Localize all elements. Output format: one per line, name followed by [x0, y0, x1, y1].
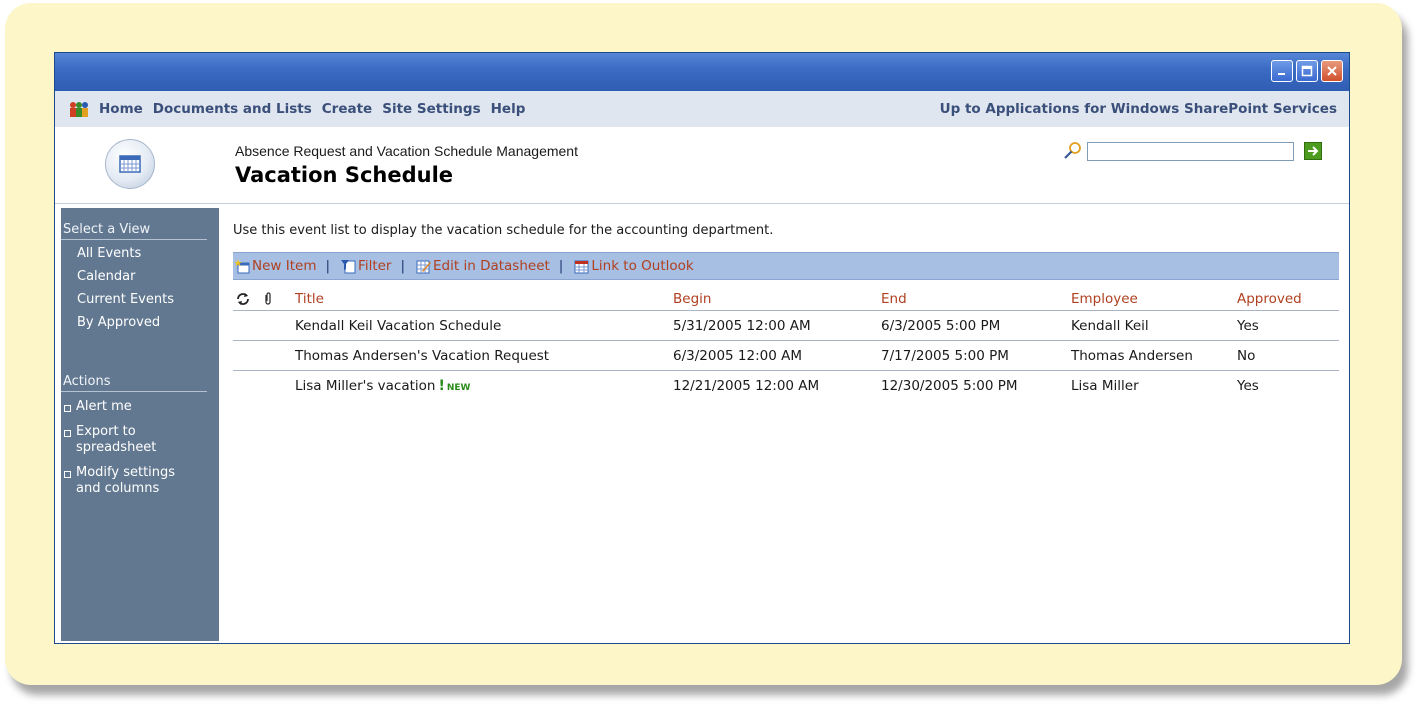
- row-approved: Yes: [1237, 377, 1259, 394]
- calendar-icon: [119, 155, 141, 173]
- new-item-label: New Item: [252, 258, 317, 274]
- column-header-title[interactable]: Title: [295, 288, 673, 311]
- action-alert-me[interactable]: Alert me: [61, 394, 219, 419]
- maximize-button[interactable]: [1296, 60, 1318, 82]
- minimize-icon: [1278, 73, 1285, 75]
- link-to-outlook-label: Link to Outlook: [591, 258, 694, 274]
- page-title: Vacation Schedule: [235, 163, 454, 187]
- new-item-button[interactable]: New Item: [233, 258, 316, 274]
- row-title-link[interactable]: Thomas Andersen's Vacation Request: [295, 340, 673, 371]
- close-button[interactable]: [1321, 60, 1343, 82]
- row-icons: [233, 310, 295, 341]
- browser-window: Home Documents and Lists Create Site Set…: [54, 52, 1350, 644]
- sharepoint-logo-icon: [70, 102, 88, 117]
- nav-help[interactable]: Help: [491, 101, 526, 117]
- window-titlebar: [55, 53, 1349, 91]
- actions-heading: Actions: [61, 360, 207, 392]
- filter-button[interactable]: Filter: [339, 258, 391, 274]
- bullet-icon: [64, 471, 71, 478]
- main-content: Use this event list to display the vacat…: [219, 203, 1349, 643]
- row-begin: 12/21/2005 12:00 AM: [673, 377, 820, 394]
- row-icons: [233, 371, 295, 401]
- new-badge: NEW: [446, 382, 471, 393]
- views-heading: Select a View: [61, 208, 207, 240]
- datasheet-edit-icon: [416, 260, 432, 273]
- row-employee: Thomas Andersen: [1071, 340, 1237, 371]
- new-exclamation-icon: !: [438, 377, 445, 394]
- close-icon: [1327, 66, 1337, 76]
- view-current-events[interactable]: Current Events: [61, 288, 219, 311]
- bullet-icon: [64, 405, 71, 412]
- row-icons: [233, 340, 295, 371]
- action-label: Alert me: [76, 399, 132, 414]
- nav-up-to-applications[interactable]: Up to Applications for Windows SharePoin…: [940, 101, 1337, 117]
- action-export-to-spreadsheet[interactable]: Export to spreadsheet: [61, 419, 219, 460]
- new-item-icon: [235, 258, 250, 273]
- column-header-begin[interactable]: Begin: [673, 288, 881, 311]
- column-header-employee[interactable]: Employee: [1071, 288, 1237, 311]
- edit-in-datasheet-label: Edit in Datasheet: [433, 258, 550, 274]
- page-header: Absence Request and Vacation Schedule Ma…: [55, 127, 1349, 204]
- action-modify-settings[interactable]: Modify settings and columns: [61, 460, 219, 501]
- row-end: 12/30/2005 5:00 PM: [881, 377, 1018, 394]
- edit-in-datasheet-button[interactable]: Edit in Datasheet: [414, 258, 550, 274]
- attachment-icon: [265, 292, 271, 305]
- nav-create[interactable]: Create: [322, 101, 372, 117]
- view-by-approved[interactable]: By Approved: [61, 311, 219, 334]
- nav-home[interactable]: Home: [99, 101, 143, 117]
- outlook-icon: [574, 260, 589, 273]
- header-icons: [233, 288, 295, 311]
- action-label: Export to spreadsheet: [76, 424, 157, 455]
- row-approved: No: [1237, 340, 1339, 371]
- column-header-end[interactable]: End: [881, 288, 1071, 311]
- row-title-link[interactable]: Lisa Miller's vacation: [295, 378, 435, 394]
- row-title-link[interactable]: Kendall Keil Vacation Schedule: [295, 310, 673, 341]
- row-approved: Yes: [1237, 310, 1339, 341]
- arrow-right-icon: [1308, 146, 1319, 156]
- site-subtitle: Absence Request and Vacation Schedule Ma…: [235, 143, 578, 159]
- top-navigation: Home Documents and Lists Create Site Set…: [55, 91, 1349, 127]
- event-list-table: Title Begin End Employee Approved Kendal…: [233, 288, 1339, 400]
- maximize-icon: [1301, 65, 1313, 77]
- table-row: Kendall Keil Vacation Schedule 5/31/2005…: [233, 310, 1339, 341]
- table-header-row: Title Begin End Employee Approved: [233, 288, 1339, 311]
- row-begin: 6/3/2005 12:00 AM: [673, 340, 881, 371]
- toolbar-separator: |: [400, 258, 406, 274]
- window-controls: [1271, 60, 1343, 82]
- search-icon: [1064, 142, 1081, 159]
- search-area: [1063, 141, 1322, 161]
- minimize-button[interactable]: [1271, 60, 1293, 82]
- row-begin: 5/31/2005 12:00 AM: [673, 310, 881, 341]
- search-input[interactable]: [1087, 141, 1294, 161]
- action-label: Modify settings and columns: [76, 465, 176, 496]
- row-employee: Lisa Miller: [1071, 377, 1139, 394]
- search-go-button[interactable]: [1304, 142, 1322, 160]
- nav-documents-and-lists[interactable]: Documents and Lists: [153, 101, 312, 117]
- list-toolbar: New Item | Filter | Edit in Datasheet |: [233, 252, 1339, 280]
- toolbar-separator: |: [558, 258, 564, 274]
- column-header-approved[interactable]: Approved: [1237, 288, 1339, 311]
- filter-icon: [341, 259, 356, 273]
- link-to-outlook-button[interactable]: Link to Outlook: [572, 258, 694, 274]
- toolbar-separator: |: [325, 258, 331, 274]
- calendar-list-icon: [105, 139, 155, 189]
- bullet-icon: [64, 430, 71, 437]
- view-calendar[interactable]: Calendar: [61, 265, 219, 288]
- nav-site-settings[interactable]: Site Settings: [382, 101, 480, 117]
- row-employee: Kendall Keil: [1071, 310, 1237, 341]
- quick-launch-sidebar: Select a View All Events Calendar Curren…: [61, 208, 219, 641]
- filter-label: Filter: [358, 258, 392, 274]
- table-row: Thomas Andersen's Vacation Request 6/3/2…: [233, 340, 1339, 371]
- topnav-links: Home Documents and Lists Create Site Set…: [99, 101, 525, 117]
- table-row: Lisa Miller's vacation! NEW 12/21/2005 12…: [233, 371, 1339, 401]
- recurrence-icon: [237, 293, 249, 305]
- view-all-events[interactable]: All Events: [61, 242, 219, 265]
- row-end: 7/17/2005 5:00 PM: [881, 340, 1071, 371]
- list-description: Use this event list to display the vacat…: [233, 223, 774, 238]
- row-end: 6/3/2005 5:00 PM: [881, 310, 1071, 341]
- row-title-cell: Lisa Miller's vacation! NEW: [295, 371, 673, 401]
